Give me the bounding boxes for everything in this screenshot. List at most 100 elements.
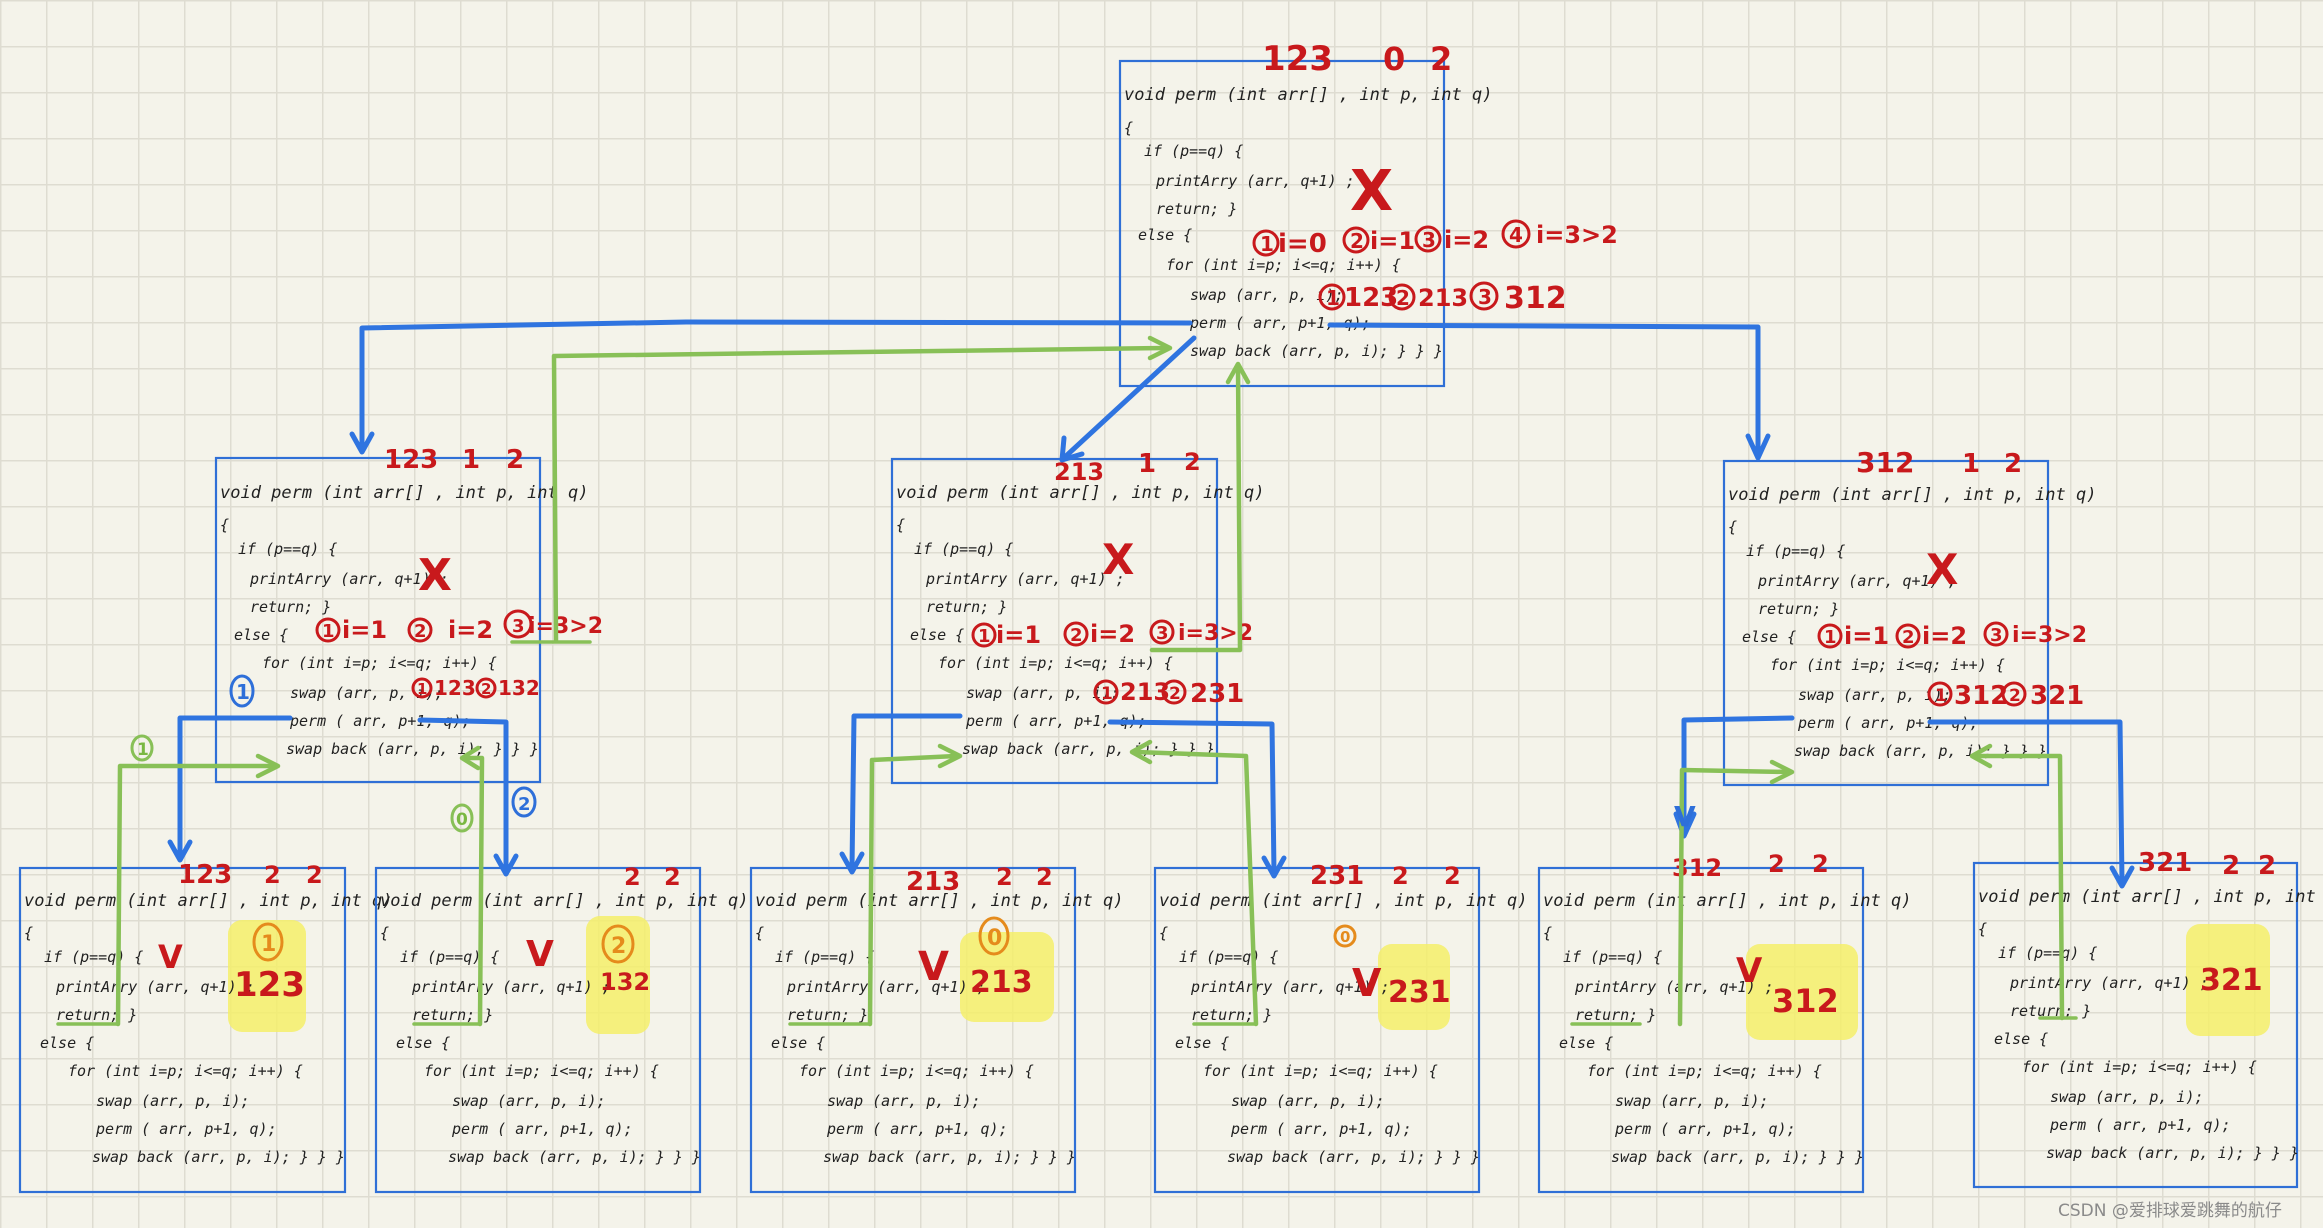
code-return: return; } <box>1191 1006 1272 1024</box>
mid-1-blue-tag-num: 1 <box>236 680 250 704</box>
code-swapback: swap back (arr, p, i); } } } <box>1611 1148 1864 1166</box>
leaf-5-output: 312 <box>1772 982 1839 1020</box>
leaf-1-arr: 123 <box>178 860 232 890</box>
code-swapback: swap back (arr, p, i); } } } <box>823 1148 1076 1166</box>
code-if: if (p==q) { <box>914 540 1013 558</box>
leaf-frame-3-border <box>749 866 1077 1194</box>
code-signature: void perm (int arr[] , int p, int q) <box>380 891 748 911</box>
code-return: return; } <box>787 1006 868 1024</box>
code-else: else { <box>1175 1034 1229 1052</box>
root-step-1-text: i=0 <box>1278 229 1327 259</box>
code-print: printArry (arr, q+1) ; <box>786 978 986 996</box>
mid-3-x-mark: X <box>1926 545 1958 594</box>
root-frame: 123 0 2 void perm (int arr[] , int p, in… <box>1118 39 1618 388</box>
leaf-3-output: 213 <box>970 965 1033 1000</box>
code-return: return; } <box>1758 600 1839 618</box>
root-swap-1-num: 1 <box>1326 286 1340 310</box>
code-perm: perm ( arr, p+1, q); <box>826 1120 1008 1138</box>
mid-3-step-3-num: 3 <box>1990 625 2003 646</box>
code-brace: { <box>24 924 33 942</box>
blue-call-mid2-to-leaf3 <box>849 713 963 871</box>
code-brace: { <box>380 924 389 942</box>
code-for: for (int i=p; i<=q; i++) { <box>424 1062 659 1080</box>
leaf-frame-2-border <box>374 866 702 1194</box>
mid-3-swap-2: 2 321 <box>2001 681 2084 711</box>
mid-1-q: 2 <box>506 445 524 475</box>
mid-3-q: 2 <box>2004 449 2022 479</box>
code-else: else { <box>396 1034 450 1052</box>
mid-frame-3: 312 1 2 void perm (int arr[] , int p, in… <box>1722 446 2096 787</box>
code-swapback: swap back (arr, p, i); } } } <box>448 1148 701 1166</box>
leaf-frame-1: 123 2 2 void perm (int arr[] , int p, in… <box>18 860 392 1194</box>
code-swap: swap (arr, p, i); <box>1615 1092 1769 1110</box>
root-swap-3: 3 312 <box>1469 281 1567 316</box>
code-signature: void perm (int arr[] , int p, int q) <box>755 891 1123 911</box>
mid-frame-2: 213 1 2 void perm (int arr[] , int p, in… <box>890 448 1264 785</box>
code-if: if (p==q) { <box>1563 948 1662 966</box>
leaf-frame-2: 2 2 void perm (int arr[] , int p, int q)… <box>374 863 748 1194</box>
mid-2-step-3-num: 3 <box>1156 623 1169 644</box>
code-else: else { <box>40 1034 94 1052</box>
leaf-6-arr: 321 <box>2138 848 2192 878</box>
edge-tag-blue-2-num: 2 <box>518 794 531 815</box>
root-swap-2: 2 213 <box>1388 283 1468 312</box>
code-swap: swap (arr, p, i); <box>96 1092 250 1110</box>
leaf-1-check: V <box>158 938 183 976</box>
root-step-1: 1 i=0 <box>1252 229 1327 259</box>
blue-call-root-to-mid1 <box>359 319 1193 451</box>
leaf-1-order: 1 <box>261 932 276 957</box>
mid-3-step-3-text: i=3>2 <box>2012 623 2087 648</box>
leaf-frame-6: 321 2 2 void perm (int arr[] , int p, in… <box>1972 848 2323 1189</box>
root-step-4-num: 4 <box>1509 223 1523 247</box>
code-else: else { <box>234 626 288 644</box>
leaf-3-p: 2 <box>996 863 1013 891</box>
root-step-3-text: i=2 <box>1444 226 1489 254</box>
code-for: for (int i=p; i<=q; i++) { <box>1203 1062 1438 1080</box>
code-for: for (int i=p; i<=q; i++) { <box>938 654 1173 672</box>
code-brace: { <box>1978 920 1987 938</box>
mid-3-swap-2-text: 321 <box>2030 681 2084 711</box>
green-return-mid2-to-root <box>1149 363 1243 653</box>
code-swap: swap (arr, p, i); <box>2050 1088 2204 1106</box>
edge-tag-green-1: 1 <box>130 734 154 762</box>
root-q-label: 2 <box>1430 40 1452 78</box>
code-return: return; } <box>1575 1006 1656 1024</box>
code-swap: swap (arr, p, i); <box>827 1092 981 1110</box>
leaf-6-p: 2 <box>2222 851 2240 881</box>
leaf-2-order: 2 <box>611 934 626 959</box>
code-brace: { <box>755 924 764 942</box>
code-else: else { <box>1138 226 1192 244</box>
code-perm: perm ( arr, p+1, q); <box>1614 1120 1796 1138</box>
mid-1-step-3-num: 3 <box>512 616 525 637</box>
mid-2-step-1: 1 i=1 <box>971 621 1041 649</box>
leaf-4-p: 2 <box>1392 862 1409 890</box>
code-else: else { <box>1559 1034 1613 1052</box>
code-brace: { <box>1728 518 1737 536</box>
code-print: printArry (arr, q+1) ; <box>411 978 611 996</box>
root-swap-3-num: 3 <box>1478 285 1492 309</box>
leaf-4-arr: 231 <box>1310 861 1364 891</box>
mid-2-swap-1-num: 1 <box>1101 684 1113 704</box>
leaf-1-output: 123 <box>234 965 305 1005</box>
leaf-4-order: 0 <box>1340 928 1350 946</box>
mid-2-step-1-text: i=1 <box>996 621 1041 649</box>
code-signature: void perm (int arr[] , int p, int q) <box>220 483 588 503</box>
leaf-5-p: 2 <box>1768 850 1785 878</box>
leaf-6-q: 2 <box>2258 851 2276 881</box>
mid-1-swap-1-num: 1 <box>417 680 427 698</box>
code-for: for (int i=p; i<=q; i++) { <box>1770 656 2005 674</box>
code-if: if (p==q) { <box>1179 948 1278 966</box>
leaf-2-p: 2 <box>624 863 641 891</box>
code-perm: perm ( arr, p+1, q); <box>95 1120 277 1138</box>
mid-2-step-1-num: 1 <box>978 626 991 647</box>
root-step-2: 2 i=1 <box>1342 226 1415 255</box>
mid-2-x-mark: X <box>1102 535 1134 584</box>
mid-2-step-2-text: i=2 <box>1090 620 1135 648</box>
code-signature: void perm (int arr[] , int p, int q) <box>1728 485 2096 505</box>
code-return: return; } <box>56 1006 137 1024</box>
mid-2-swap-2-num: 2 <box>1169 684 1181 704</box>
green-return-arrows <box>115 335 2065 1027</box>
root-step-3-num: 3 <box>1422 228 1436 252</box>
leaf-2-check: V <box>526 934 554 975</box>
code-else: else { <box>910 626 964 644</box>
